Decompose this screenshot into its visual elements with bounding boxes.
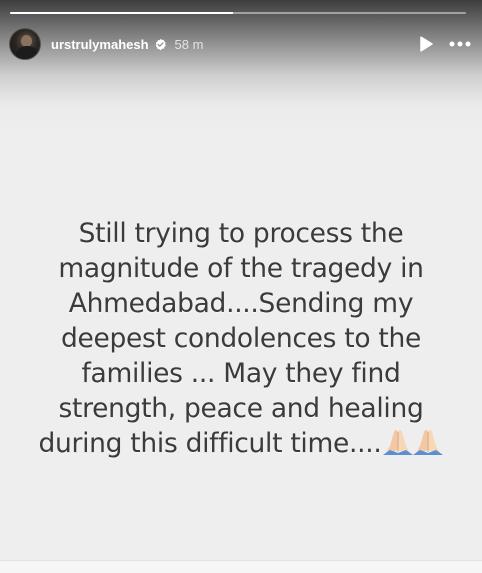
play-icon bbox=[420, 36, 433, 52]
folded-hands-emoji-icon bbox=[382, 430, 443, 455]
username[interactable]: urstrulymahesh bbox=[51, 37, 149, 52]
caption-line: families ... May they find bbox=[81, 358, 401, 389]
story-progress-fill bbox=[10, 12, 234, 14]
caption-last-line: during this difficult time.... bbox=[20, 426, 462, 461]
story-header: urstrulymahesh 58 m bbox=[9, 27, 472, 61]
play-button[interactable] bbox=[414, 32, 438, 56]
caption-line: during this difficult time.... bbox=[38, 428, 382, 459]
caption-line: Still trying to process the bbox=[78, 218, 404, 249]
more-options-button[interactable] bbox=[448, 32, 472, 56]
story-caption: Still trying to process the magnitude of… bbox=[20, 216, 462, 461]
story-progress-bar bbox=[10, 12, 466, 14]
caption-line: Ahmedabad....Sending my bbox=[68, 288, 414, 319]
story-viewer[interactable]: urstrulymahesh 58 m Still trying to proc… bbox=[0, 0, 482, 573]
caption-line: magnitude of the tragedy in bbox=[58, 253, 424, 284]
avatar[interactable] bbox=[9, 28, 41, 60]
verified-badge-icon bbox=[155, 38, 166, 50]
caption-line: strength, peace and healing bbox=[58, 393, 424, 424]
more-options-icon bbox=[449, 41, 471, 47]
post-timestamp: 58 m bbox=[174, 36, 204, 52]
caption-line: deepest condolences to the bbox=[60, 323, 422, 354]
